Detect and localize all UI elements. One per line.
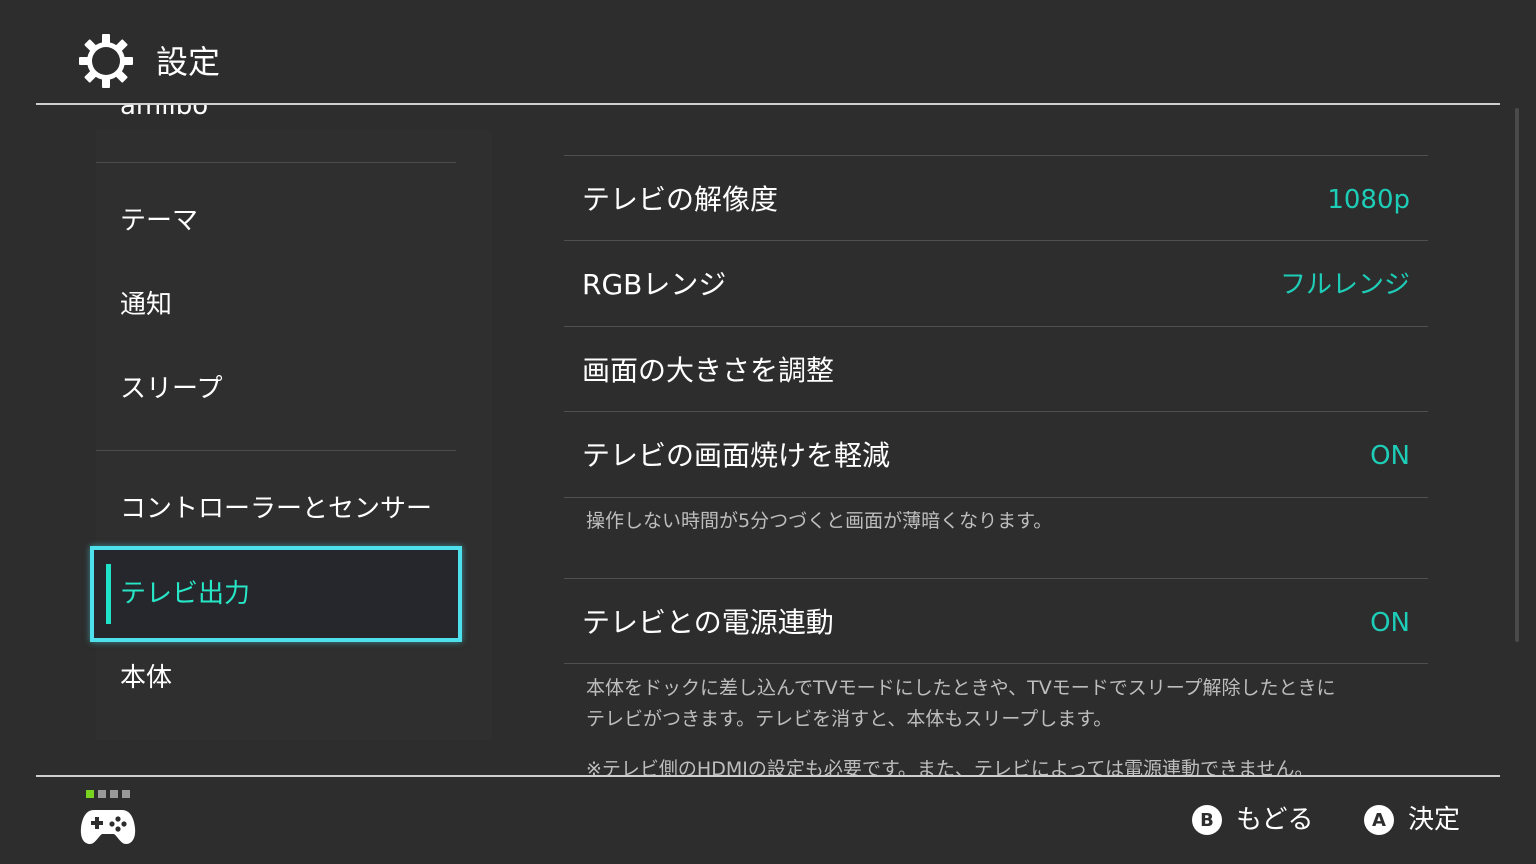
- setting-description: 操作しない時間が5分つづくと画面が薄暗くなります。: [586, 510, 1053, 532]
- setting-label: 画面の大きさを調整: [582, 354, 835, 387]
- back-button[interactable]: B もどる: [1192, 802, 1313, 838]
- setting-value: ON: [1370, 441, 1410, 471]
- row-divider: [564, 663, 1428, 664]
- player-indicator: [86, 790, 130, 798]
- back-label: もどる: [1236, 805, 1314, 835]
- setting-description: テレビがつきます。テレビを消すと、本体もスリープします。: [586, 708, 1113, 730]
- row-divider: [564, 155, 1428, 156]
- player-light-off: [98, 790, 106, 798]
- header-divider: [36, 103, 1500, 105]
- setting-value: 1080p: [1327, 185, 1410, 215]
- setting-value: ON: [1370, 608, 1410, 638]
- b-button-icon: B: [1192, 805, 1222, 835]
- player-light-on: [86, 790, 94, 798]
- row-divider: [564, 578, 1428, 579]
- player-light-off: [122, 790, 130, 798]
- row-divider: [564, 411, 1428, 412]
- setting-value: フルレンジ: [1279, 270, 1410, 300]
- scrollbar[interactable]: [1515, 108, 1519, 642]
- controller-icon: [80, 810, 136, 844]
- a-button-icon: A: [1364, 805, 1394, 835]
- footer-divider: [36, 775, 1500, 777]
- setting-description: 本体をドックに差し込んでTVモードにしたときや、TVモードでスリープ解除したとき…: [586, 677, 1336, 699]
- settings-screen: amiibo テーマ 通知 スリープ コントローラーとセンサー テレビ出力 本体…: [0, 0, 1536, 864]
- confirm-button[interactable]: A 決定: [1364, 802, 1460, 838]
- confirm-label: 決定: [1408, 805, 1461, 835]
- header: 設定: [0, 0, 1536, 104]
- row-divider: [564, 240, 1428, 241]
- page-title: 設定: [156, 43, 221, 81]
- gear-icon: [79, 34, 133, 88]
- footer: B もどる A 決定: [0, 776, 1536, 864]
- setting-label: テレビとの電源連動: [582, 606, 834, 639]
- setting-label: テレビの解像度: [582, 183, 779, 216]
- row-divider: [564, 326, 1428, 327]
- setting-label: RGBレンジ: [582, 268, 727, 301]
- player-light-off: [110, 790, 118, 798]
- row-divider: [564, 497, 1428, 498]
- setting-label: テレビの画面焼けを軽減: [582, 439, 891, 472]
- settings-content: テレビの解像度 1080p RGBレンジ フルレンジ 画面の大きさを調整 テレビ…: [0, 0, 1536, 780]
